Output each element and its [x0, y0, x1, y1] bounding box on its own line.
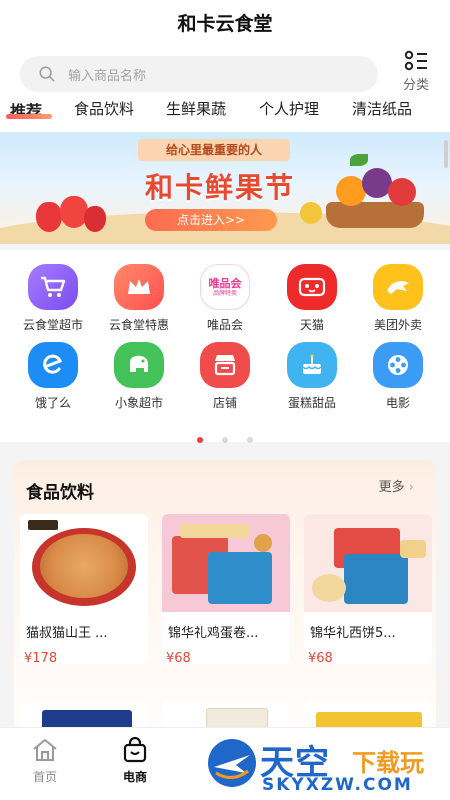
- kangaroo-icon: [373, 264, 423, 310]
- tab-food-drink[interactable]: 食品饮料: [74, 98, 134, 119]
- app-screen: 和卡云食堂 输入商品名称 分类 推荐 食品饮料 生鲜果蔬 个人护理 清洁纸品 给…: [0, 0, 450, 800]
- store-icon: [200, 342, 250, 388]
- egg-rolls-image: [180, 524, 250, 538]
- cookies-image: [40, 534, 128, 598]
- shortcut-meituan[interactable]: 美团外卖: [358, 264, 438, 333]
- section-title: 食品饮料: [26, 483, 94, 503]
- shortcut-label: 云食堂特惠: [108, 318, 169, 332]
- product-name: 猫叔猫山王 ...: [26, 626, 108, 641]
- shortcut-eleme[interactable]: 饿了么: [13, 342, 93, 411]
- watermark-text-sub: 下载玩: [352, 749, 424, 777]
- shortcut-label: 蛋糕甜品: [287, 396, 336, 410]
- shortcut-label: 唯品会: [206, 318, 243, 332]
- shortcut-xiaoxiang[interactable]: 小象超市: [99, 342, 179, 411]
- strawberry-image: [84, 206, 106, 232]
- product-image: [162, 514, 290, 612]
- pager-dot[interactable]: [222, 437, 228, 443]
- product-price: ¥68: [308, 651, 333, 664]
- product-card[interactable]: 锦华礼西饼5... ¥68: [304, 514, 432, 664]
- banner-ribbon: 给心里最重要的人: [138, 139, 290, 161]
- more-link[interactable]: 更多 ›: [379, 476, 414, 495]
- promo-banner[interactable]: 给心里最重要的人 和卡鲜果节 点击进入>>: [0, 132, 450, 244]
- active-tab-indicator: [6, 114, 52, 119]
- shortcut-canteen-market[interactable]: 云食堂超市: [13, 264, 93, 333]
- biscuit-image: [254, 534, 272, 552]
- banner-headline: 和卡鲜果节: [144, 171, 295, 204]
- shortcut-grid: 云食堂超市 云食堂特惠 唯品会 品牌特卖 唯品会 天猫 美团外卖 饿了么 小象超…: [0, 250, 450, 442]
- shortcut-movie[interactable]: 电影: [358, 342, 438, 411]
- nav-shop[interactable]: 电商: [100, 736, 170, 785]
- shortcut-label: 天猫: [299, 318, 324, 332]
- product-price: ¥68: [166, 651, 191, 664]
- elephant-icon: [114, 342, 164, 388]
- vip-logo-text: 唯品会: [208, 276, 242, 290]
- page-title: 和卡云食堂: [177, 13, 273, 35]
- header: 和卡云食堂 输入商品名称 分类 推荐 食品饮料 生鲜果蔬 个人护理 清洁纸品: [0, 0, 450, 132]
- shortcut-vip[interactable]: 唯品会 品牌特卖 唯品会: [185, 264, 265, 333]
- product-price: ¥178: [24, 651, 58, 664]
- tmall-icon: [287, 264, 337, 310]
- product-name: 锦华礼西饼5...: [310, 626, 396, 641]
- tab-fresh-produce[interactable]: 生鲜果蔬: [166, 98, 226, 119]
- site-watermark: 天空 下载玩 SKYXZW.COM: [206, 735, 450, 800]
- eleme-icon: [28, 342, 78, 388]
- product-card[interactable]: 锦华礼鸡蛋卷... ¥68: [162, 514, 290, 664]
- nav-home[interactable]: 首页: [10, 736, 80, 785]
- banner-enter-button[interactable]: 点击进入>>: [145, 209, 277, 231]
- pastry-plate-image: [312, 574, 346, 602]
- gift-tin-image: [344, 554, 408, 604]
- shortcut-label: 电影: [385, 396, 410, 410]
- home-icon: [33, 739, 57, 761]
- strawberry-image: [36, 202, 62, 232]
- film-reel-icon: [373, 342, 423, 388]
- grid-pager: [0, 428, 450, 443]
- category-grid-icon: [404, 50, 427, 71]
- search-icon: [39, 66, 55, 82]
- shortcut-label: 饿了么: [34, 396, 71, 410]
- vip-logo-icon: 唯品会 品牌特卖: [200, 264, 250, 310]
- crown-icon: [114, 264, 164, 310]
- more-label: 更多: [378, 480, 405, 495]
- shortcut-store[interactable]: 店铺: [185, 342, 265, 411]
- search-bar[interactable]: 输入商品名称: [20, 56, 378, 92]
- nav-label: 电商: [122, 770, 147, 784]
- cake-icon: [287, 342, 337, 388]
- shortcut-label: 云食堂超市: [22, 318, 83, 332]
- vip-logo-subtext: 品牌特卖: [212, 289, 237, 297]
- apple-image: [388, 178, 416, 206]
- product-card[interactable]: 猫叔猫山王 ... ¥178: [20, 514, 148, 664]
- chevron-right-icon: ›: [408, 480, 414, 495]
- gift-tin-image: [208, 552, 272, 604]
- product-image: [20, 514, 148, 612]
- leaf-image: [350, 154, 368, 166]
- shortcut-label: 店铺: [212, 396, 237, 410]
- scrollbar[interactable]: [444, 140, 448, 168]
- tab-personal-care[interactable]: 个人护理: [259, 98, 319, 119]
- watermark-logo-icon: [208, 739, 256, 787]
- watermark-text-en: SKYXZW.COM: [262, 775, 413, 795]
- cart-icon: [28, 264, 78, 310]
- pager-dot[interactable]: [247, 437, 254, 443]
- brand-logo-image: [28, 520, 58, 530]
- shortcut-canteen-deals[interactable]: 云食堂特惠: [99, 264, 179, 333]
- nav-label: 首页: [32, 770, 57, 784]
- shortcut-label: 美团外卖: [373, 318, 422, 332]
- search-placeholder: 输入商品名称: [68, 68, 147, 84]
- pager-dot-active[interactable]: [196, 437, 203, 443]
- category-tabs: 推荐 食品饮料 生鲜果蔬 个人护理 清洁纸品: [0, 96, 450, 128]
- product-image: [304, 514, 432, 612]
- shortcut-tmall[interactable]: 天猫: [272, 264, 352, 333]
- product-name: 锦华礼鸡蛋卷...: [168, 626, 259, 641]
- shortcut-label: 小象超市: [114, 396, 163, 410]
- tab-cleaning-paper[interactable]: 清洁纸品: [352, 98, 412, 119]
- shopping-bag-icon: [123, 736, 147, 763]
- cookie-image: [400, 540, 426, 558]
- category-button[interactable]: 分类: [394, 50, 438, 93]
- shortcut-cake[interactable]: 蛋糕甜品: [272, 342, 352, 411]
- fruit-basket-image: [326, 202, 424, 228]
- category-label: 分类: [402, 78, 429, 93]
